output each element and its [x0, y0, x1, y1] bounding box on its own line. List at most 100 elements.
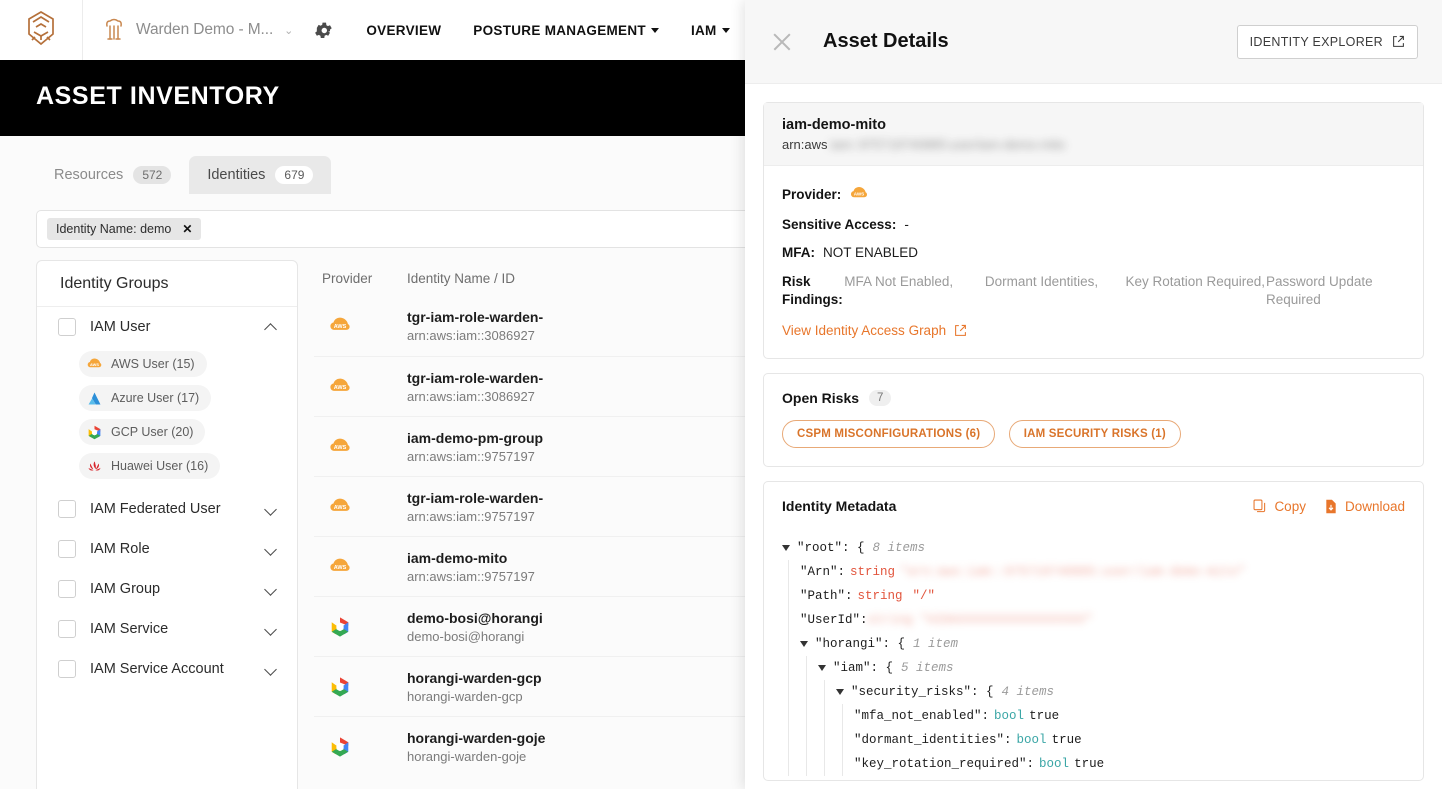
aws-icon: AWS — [330, 317, 350, 330]
risk-findings-label: Risk Findings: — [782, 273, 844, 309]
chevron-down-icon[interactable] — [265, 663, 277, 675]
group-checkbox[interactable] — [58, 540, 76, 558]
group-row-iam-group[interactable]: IAM Group — [37, 569, 297, 609]
json-key: "root" — [797, 541, 843, 555]
asset-summary-card: iam-demo-mito arn:aws :iam::975719740885… — [763, 102, 1424, 359]
risk-findings-label-line2: Findings: — [782, 292, 843, 307]
group-checkbox[interactable] — [58, 660, 76, 678]
provider-chip-azure-user[interactable]: Azure User (17) — [79, 385, 212, 411]
json-value-redacted: string "AIDAXXXXXXXXXXXXXXXXX" — [867, 613, 1093, 627]
identity-explorer-button[interactable]: IDENTITY EXPLORER — [1236, 24, 1418, 59]
json-punct: : — [1004, 733, 1012, 747]
provider-chip-huawei-user[interactable]: Huawei User (16) — [79, 453, 221, 479]
chevron-down-icon[interactable] — [265, 503, 277, 515]
row-provider-icon — [314, 615, 407, 639]
triangle-down-icon[interactable] — [818, 665, 826, 671]
org-selector[interactable]: Warden Demo - M... ⌄ — [83, 0, 307, 60]
group-row-iam-service[interactable]: IAM Service — [37, 609, 297, 649]
nav-item-posture-management[interactable]: POSTURE MANAGEMENT — [473, 23, 659, 38]
tiger-logo-icon — [28, 11, 54, 46]
group-row-iam-federated-user[interactable]: IAM Federated User — [37, 489, 297, 529]
open-risks-title: Open Risks — [782, 390, 860, 406]
page-title: ASSET INVENTORY — [36, 82, 280, 110]
identity-explorer-label: IDENTITY EXPLORER — [1249, 34, 1383, 49]
huawei-icon — [88, 460, 101, 471]
group-row-iam-service-account[interactable]: IAM Service Account — [37, 649, 297, 689]
copy-icon — [1253, 499, 1266, 513]
aws-icon: AWS — [330, 498, 350, 510]
nav-item-overview[interactable]: OVERVIEW — [366, 23, 441, 38]
json-key: "Arn" — [800, 565, 838, 579]
nav-item-iam[interactable]: IAM — [691, 23, 730, 38]
external-link-icon — [1393, 35, 1404, 47]
json-value: "/" — [912, 589, 936, 603]
asset-arn-redacted: :iam::975719740885:user/iam-demo-mito — [827, 137, 1066, 152]
close-icon[interactable] — [765, 25, 799, 59]
triangle-down-icon[interactable] — [836, 689, 844, 695]
brand-logo[interactable] — [0, 10, 82, 50]
json-value: true — [1051, 733, 1082, 747]
group-checkbox[interactable] — [58, 500, 76, 518]
svg-text:AWS: AWS — [334, 504, 347, 510]
copy-button[interactable]: Copy — [1253, 499, 1306, 514]
external-link-icon — [955, 324, 966, 336]
json-value: true — [1029, 709, 1060, 723]
json-row-root[interactable]: "root" : { 8 items — [782, 536, 1405, 560]
group-checkbox[interactable] — [58, 620, 76, 638]
triangle-down-icon[interactable] — [800, 641, 808, 647]
json-key: "Path" — [800, 589, 846, 603]
aws-icon: AWS — [330, 378, 350, 390]
json-type: bool — [1039, 757, 1070, 771]
triangle-down-icon[interactable] — [782, 545, 790, 551]
json-item-count: 5 items — [901, 661, 954, 675]
risk-finding-item: Dormant Identities, — [984, 274, 1099, 289]
tab-resources[interactable]: Resources 572 — [36, 156, 189, 194]
json-row-security-risks[interactable]: "security_risks" : { 4 items — [782, 680, 1405, 704]
json-row-iam[interactable]: "iam" : { 5 items — [782, 656, 1405, 680]
identity-metadata-card: Identity Metadata Copy Download "root":… — [763, 481, 1424, 781]
provider-row: Azure User (17) — [37, 381, 297, 415]
json-row-key-rotation-required: "key_rotation_required" : bool true — [782, 752, 1405, 776]
view-identity-access-graph-link[interactable]: View Identity Access Graph — [782, 323, 967, 338]
asset-arn-prefix: arn:aws — [782, 137, 828, 152]
chevron-down-icon[interactable] — [265, 543, 277, 555]
asset-arn: arn:aws :iam::975719740885:user/iam-demo… — [782, 137, 1405, 152]
download-button[interactable]: Download — [1324, 499, 1405, 514]
svg-text:AWS: AWS — [334, 324, 347, 330]
json-type: bool — [1016, 733, 1047, 747]
group-label: IAM Role — [90, 541, 150, 557]
json-punct: : — [1026, 757, 1035, 771]
json-row-arn: "Arn" : string "arn:aws:iam::97571974088… — [782, 560, 1405, 584]
filter-chip-label: Identity Name: demo — [56, 222, 172, 236]
column-header-provider: Provider — [322, 270, 373, 286]
json-row-horangi[interactable]: "horangi" : { 1 item — [782, 632, 1405, 656]
risk-pill-cspm-misconfigurations[interactable]: CSPM MISCONFIGURATIONS (6) — [782, 420, 996, 448]
group-checkbox[interactable] — [58, 318, 76, 336]
sensitive-access-row: Sensitive Access: - — [782, 217, 1405, 232]
group-label: IAM Federated User — [90, 501, 221, 517]
tab-identities[interactable]: Identities 679 — [189, 156, 332, 194]
provider-row: Huawei User (16) — [37, 449, 297, 483]
org-name-label: Warden Demo - M... — [136, 21, 274, 38]
risk-pill-iam-security-risks[interactable]: IAM SECURITY RISKS (1) — [1008, 420, 1181, 448]
group-row-iam-user[interactable]: IAM User — [37, 307, 297, 347]
provider-chip-gcp-user[interactable]: GCP User (20) — [79, 419, 206, 445]
mfa-value: NOT ENABLED — [823, 245, 919, 260]
chevron-up-icon[interactable] — [265, 321, 277, 333]
identity-groups-panel: Identity Groups IAM User AWS AWS User (1… — [36, 260, 298, 789]
filter-chip-identity-name[interactable]: Identity Name: demo ✕ — [47, 218, 202, 240]
panel-header: Asset Details IDENTITY EXPLORER — [745, 0, 1442, 84]
json-value-redacted: "arn:aws:iam::975719740885:user/iam-demo… — [900, 565, 1246, 579]
provider-row: GCP User (20) — [37, 415, 297, 449]
chevron-down-icon[interactable] — [265, 583, 277, 595]
group-row-iam-role[interactable]: IAM Role — [37, 529, 297, 569]
close-icon[interactable]: ✕ — [182, 222, 192, 236]
tab-label: Resources — [54, 167, 124, 183]
svg-text:AWS: AWS — [90, 361, 99, 366]
settings-gear-button[interactable] — [313, 20, 334, 41]
chevron-down-icon[interactable] — [265, 623, 277, 635]
provider-chip-label: Huawei User (16) — [111, 459, 209, 473]
group-checkbox[interactable] — [58, 580, 76, 598]
provider-chip-aws-user[interactable]: AWS AWS User (15) — [79, 351, 207, 377]
aws-icon: AWS — [851, 187, 868, 198]
